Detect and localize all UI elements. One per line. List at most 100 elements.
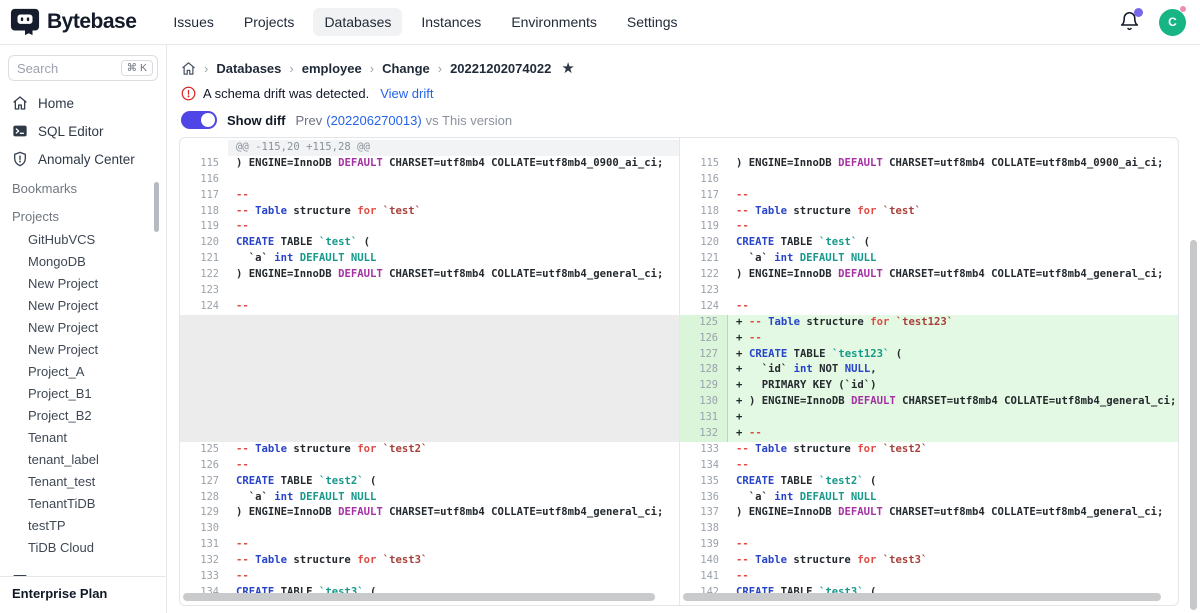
line-number: 127	[680, 347, 728, 363]
diff-line	[180, 362, 679, 378]
view-drift-link[interactable]: View drift	[380, 86, 433, 101]
project-item[interactable]: Project_B1	[0, 383, 166, 405]
line-number: 120	[680, 235, 728, 251]
diff-line: 120CREATE TABLE `test` (	[680, 235, 1178, 251]
project-item[interactable]: TiDB Cloud	[0, 537, 166, 559]
project-item[interactable]: tenant_label	[0, 449, 166, 471]
brand-name: Bytebase	[47, 10, 136, 34]
diff-right-horizontal-scrollbar[interactable]	[683, 593, 1161, 601]
diff-line: 136 `a` int DEFAULT NULL	[680, 490, 1178, 506]
sidebar-scrollbar[interactable]	[154, 182, 159, 232]
sidebar-item-label: Home	[38, 96, 74, 111]
line-number: 115	[180, 156, 228, 172]
vs-this-version-label: vs This version	[426, 113, 512, 128]
project-item[interactable]: testTP	[0, 515, 166, 537]
diff-line	[180, 347, 679, 363]
line-number: 125	[680, 315, 728, 331]
line-number: 141	[680, 569, 728, 585]
breadcrumb-item[interactable]: Change	[382, 61, 430, 76]
diff-line: 126--	[180, 458, 679, 474]
diff-line: 133-- Table structure for `test2`	[680, 442, 1178, 458]
diff-line	[180, 331, 679, 347]
diff-line	[180, 378, 679, 394]
diff-line: 125-- Table structure for `test2`	[180, 442, 679, 458]
home-breadcrumb-icon[interactable]	[181, 61, 196, 76]
line-number: 119	[680, 219, 728, 235]
sidebar-item-home[interactable]: Home	[0, 89, 166, 117]
diff-pane-current: 115) ENGINE=InnoDB DEFAULT CHARSET=utf8m…	[679, 138, 1178, 605]
avatar-status-dot	[1180, 6, 1186, 12]
prev-version-link[interactable]: (202206270013)	[326, 113, 421, 128]
diff-left-horizontal-scrollbar[interactable]	[183, 593, 655, 601]
project-item[interactable]: Project_B2	[0, 405, 166, 427]
line-number: 123	[680, 283, 728, 299]
diff-toolbar: Show diff Prev (202206270013) vs This ve…	[168, 111, 1200, 129]
main-nav: Issues ProjectsDatabases Instances Environm…	[162, 8, 688, 36]
main-content: ›Databases›employee›Change›2022120207402…	[168, 45, 1200, 613]
diff-line: 141--	[680, 569, 1178, 585]
nav-item-settings[interactable]: Settings	[616, 8, 689, 36]
project-item[interactable]: Tenant	[0, 427, 166, 449]
diff-line	[180, 410, 679, 426]
breadcrumb-item[interactable]: employee	[302, 61, 362, 76]
project-item[interactable]: Project_A	[0, 361, 166, 383]
nav-item-projects[interactable]: Projects	[233, 8, 306, 36]
sidebar-section-projects[interactable]: Projects	[0, 205, 166, 229]
project-item[interactable]: Tenant_test	[0, 471, 166, 493]
bytebase-logo[interactable]: Bytebase	[10, 7, 136, 37]
sidebar-item-label: Anomaly Center	[38, 152, 135, 167]
project-item[interactable]: New Project	[0, 273, 166, 295]
line-number: 118	[680, 204, 728, 220]
line-number: 128	[180, 490, 228, 506]
avatar[interactable]: C	[1159, 9, 1186, 36]
project-item[interactable]: MongoDB	[0, 251, 166, 273]
project-list: GitHubVCSMongoDBNew ProjectNew ProjectNe…	[0, 229, 166, 559]
diff-line: 118-- Table structure for `test`	[680, 204, 1178, 220]
bookmark-star-icon[interactable]: ★	[561, 59, 574, 77]
project-item[interactable]: GitHubVCS	[0, 229, 166, 251]
line-number: 130	[680, 394, 728, 410]
diff-line: 120CREATE TABLE `test` (	[180, 235, 679, 251]
anomaly-center-icon	[12, 151, 28, 167]
alert-text: A schema drift was detected.	[203, 86, 369, 101]
sidebar-item-label: SQL Editor	[38, 124, 104, 139]
diff-line: 126+--	[680, 331, 1178, 347]
diff-line: 117--	[680, 188, 1178, 204]
project-item[interactable]: New Project	[0, 317, 166, 339]
sidebar-section-bookmarks[interactable]: Bookmarks	[0, 177, 166, 201]
line-number: 131	[680, 410, 728, 426]
diff-line: 119--	[680, 219, 1178, 235]
page-vertical-scrollbar[interactable]	[1190, 240, 1197, 610]
project-item[interactable]: New Project	[0, 339, 166, 361]
diff-line	[680, 140, 1178, 156]
line-number: 131	[180, 537, 228, 553]
breadcrumb-item[interactable]: Databases	[216, 61, 281, 76]
toggle-knob	[201, 113, 215, 127]
diff-line: 135CREATE TABLE `test2` (	[680, 474, 1178, 490]
nav-item-environments[interactable]: Environments	[500, 8, 608, 36]
line-number: 116	[680, 172, 728, 188]
line-number: 126	[680, 331, 728, 347]
diff-line	[180, 315, 679, 331]
project-item[interactable]: New Project	[0, 295, 166, 317]
breadcrumb-separator: ›	[289, 61, 293, 76]
diff-line: 129+ PRIMARY KEY (`id`)	[680, 378, 1178, 394]
nav-item-instances[interactable]: Instances	[410, 8, 492, 36]
top-nav: Bytebase Issues ProjectsDatabases Instance…	[0, 0, 1200, 45]
breadcrumb-item[interactable]: 20221202074022	[450, 61, 551, 76]
show-diff-toggle[interactable]	[181, 111, 217, 129]
diff-line: 124--	[180, 299, 679, 315]
bytebase-logo-icon	[10, 7, 40, 37]
sidebar-item-anomaly-center[interactable]: Anomaly Center	[0, 145, 166, 173]
notifications-button[interactable]	[1119, 11, 1141, 33]
diff-line: 125+-- Table structure for `test123`	[680, 315, 1178, 331]
diff-line: @@ -115,20 +115,28 @@	[180, 140, 679, 156]
project-item[interactable]: TenantTiDB	[0, 493, 166, 515]
breadcrumb-separator: ›	[370, 61, 374, 76]
diff-line: 134--	[680, 458, 1178, 474]
nav-item-databases[interactable]: Databases	[313, 8, 402, 36]
line-number: 129	[180, 505, 228, 521]
search-input[interactable]: Search ⌘ K	[8, 55, 158, 81]
sidebar-item-sql-editor[interactable]: SQL Editor	[0, 117, 166, 145]
nav-item-issues[interactable]: Issues	[162, 8, 224, 36]
